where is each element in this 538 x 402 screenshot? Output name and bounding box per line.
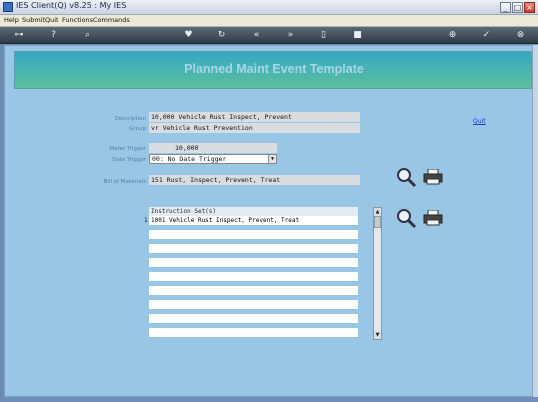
scroll-down-icon[interactable]: ▼ — [374, 331, 381, 339]
add-icon[interactable]: ⊕ — [447, 30, 458, 41]
title-bar: IES Client(Q) v8.25 : My IES _ □ × — [0, 0, 538, 15]
menu-bar: Help Submit Quit Functions Commands — [0, 15, 538, 27]
menu-help[interactable]: Help — [4, 16, 19, 24]
list-item[interactable]: 1001 Vehicle Rust Inspect, Prevent, Trea… — [149, 216, 358, 225]
magnifier-icon[interactable] — [395, 166, 417, 188]
list-scrollbar[interactable]: ▲ ▼ — [373, 207, 382, 340]
list-item-empty[interactable] — [149, 244, 358, 253]
maximize-button[interactable]: □ — [512, 2, 523, 13]
list-header: Instruction Set(s) — [149, 207, 358, 216]
close-icon[interactable]: ⊗ — [515, 30, 526, 41]
list-item-empty[interactable] — [149, 272, 358, 281]
list-item-empty[interactable] — [149, 300, 358, 309]
toolbar: ⊶ ? ⌕ ♥ ↻ « » ▯ ■ ⊕ ✓ ⊗ — [0, 27, 538, 44]
date-trigger-label: Date Trigger — [112, 157, 146, 163]
app-icon — [3, 2, 13, 12]
window-title: IES Client(Q) v8.25 : My IES — [16, 1, 127, 10]
scroll-up-icon[interactable]: ▲ — [374, 208, 381, 216]
right-side-panel — [532, 45, 538, 397]
stop-icon[interactable]: ■ — [352, 30, 363, 41]
date-trigger-value: 00: No Date Trigger — [152, 155, 227, 163]
printer-icon[interactable] — [423, 169, 443, 185]
check-icon[interactable]: ✓ — [481, 30, 492, 41]
heart-icon[interactable]: ♥ — [183, 30, 194, 41]
rewind-icon[interactable]: « — [251, 30, 262, 41]
description-label: Description — [114, 116, 146, 122]
list-item-empty[interactable] — [149, 314, 358, 323]
page-title: Planned Maint Event Template — [184, 62, 364, 76]
refresh-icon[interactable]: ↻ — [216, 30, 227, 41]
scroll-thumb[interactable] — [374, 216, 381, 228]
list-item-empty[interactable] — [149, 258, 358, 267]
close-window-button[interactable]: × — [524, 2, 535, 13]
list-item-empty[interactable] — [149, 230, 358, 239]
list-divider — [149, 337, 358, 339]
description-field[interactable]: 10,000 Vehicle Rust Inspect, Prevent — [149, 112, 360, 122]
date-trigger-select[interactable]: 00: No Date Trigger ▼ — [149, 154, 277, 164]
list-item-empty[interactable] — [149, 328, 358, 337]
magnifier-icon[interactable] — [395, 207, 417, 229]
group-label: Group — [129, 126, 146, 132]
list-item-empty[interactable] — [149, 286, 358, 295]
minimize-button[interactable]: _ — [500, 2, 511, 13]
menu-commands[interactable]: Commands — [93, 16, 130, 24]
key-icon[interactable]: ⊶ — [10, 30, 28, 41]
menu-submit[interactable]: Submit — [22, 16, 45, 24]
forward-icon[interactable]: » — [285, 30, 296, 41]
bom-field[interactable]: 151 Rust, Inspect, Prevent, Treat — [149, 175, 360, 185]
instruction-list: Instruction Set(s) 1001 Vehicle Rust Ins… — [149, 207, 358, 339]
chevron-down-icon[interactable]: ▼ — [268, 155, 276, 163]
help-icon[interactable]: ? — [48, 30, 59, 41]
page-banner: Planned Maint Event Template — [14, 51, 532, 89]
bom-label: Bill of Materials — [103, 179, 146, 185]
trash-icon[interactable]: ▯ — [318, 30, 329, 41]
meter-trigger-label: Meter Trigger — [109, 146, 146, 152]
quit-link[interactable]: Quit — [473, 118, 486, 125]
search-icon[interactable]: ⌕ — [82, 30, 93, 41]
meter-trigger-field[interactable]: 10,000 — [149, 143, 277, 153]
group-field[interactable]: vr Vehicle Rust Prevention — [149, 123, 360, 133]
menu-quit[interactable]: Quit — [45, 16, 59, 24]
menu-functions[interactable]: Functions — [62, 16, 93, 24]
printer-icon[interactable] — [423, 210, 443, 226]
row-number: 1 — [144, 217, 148, 224]
